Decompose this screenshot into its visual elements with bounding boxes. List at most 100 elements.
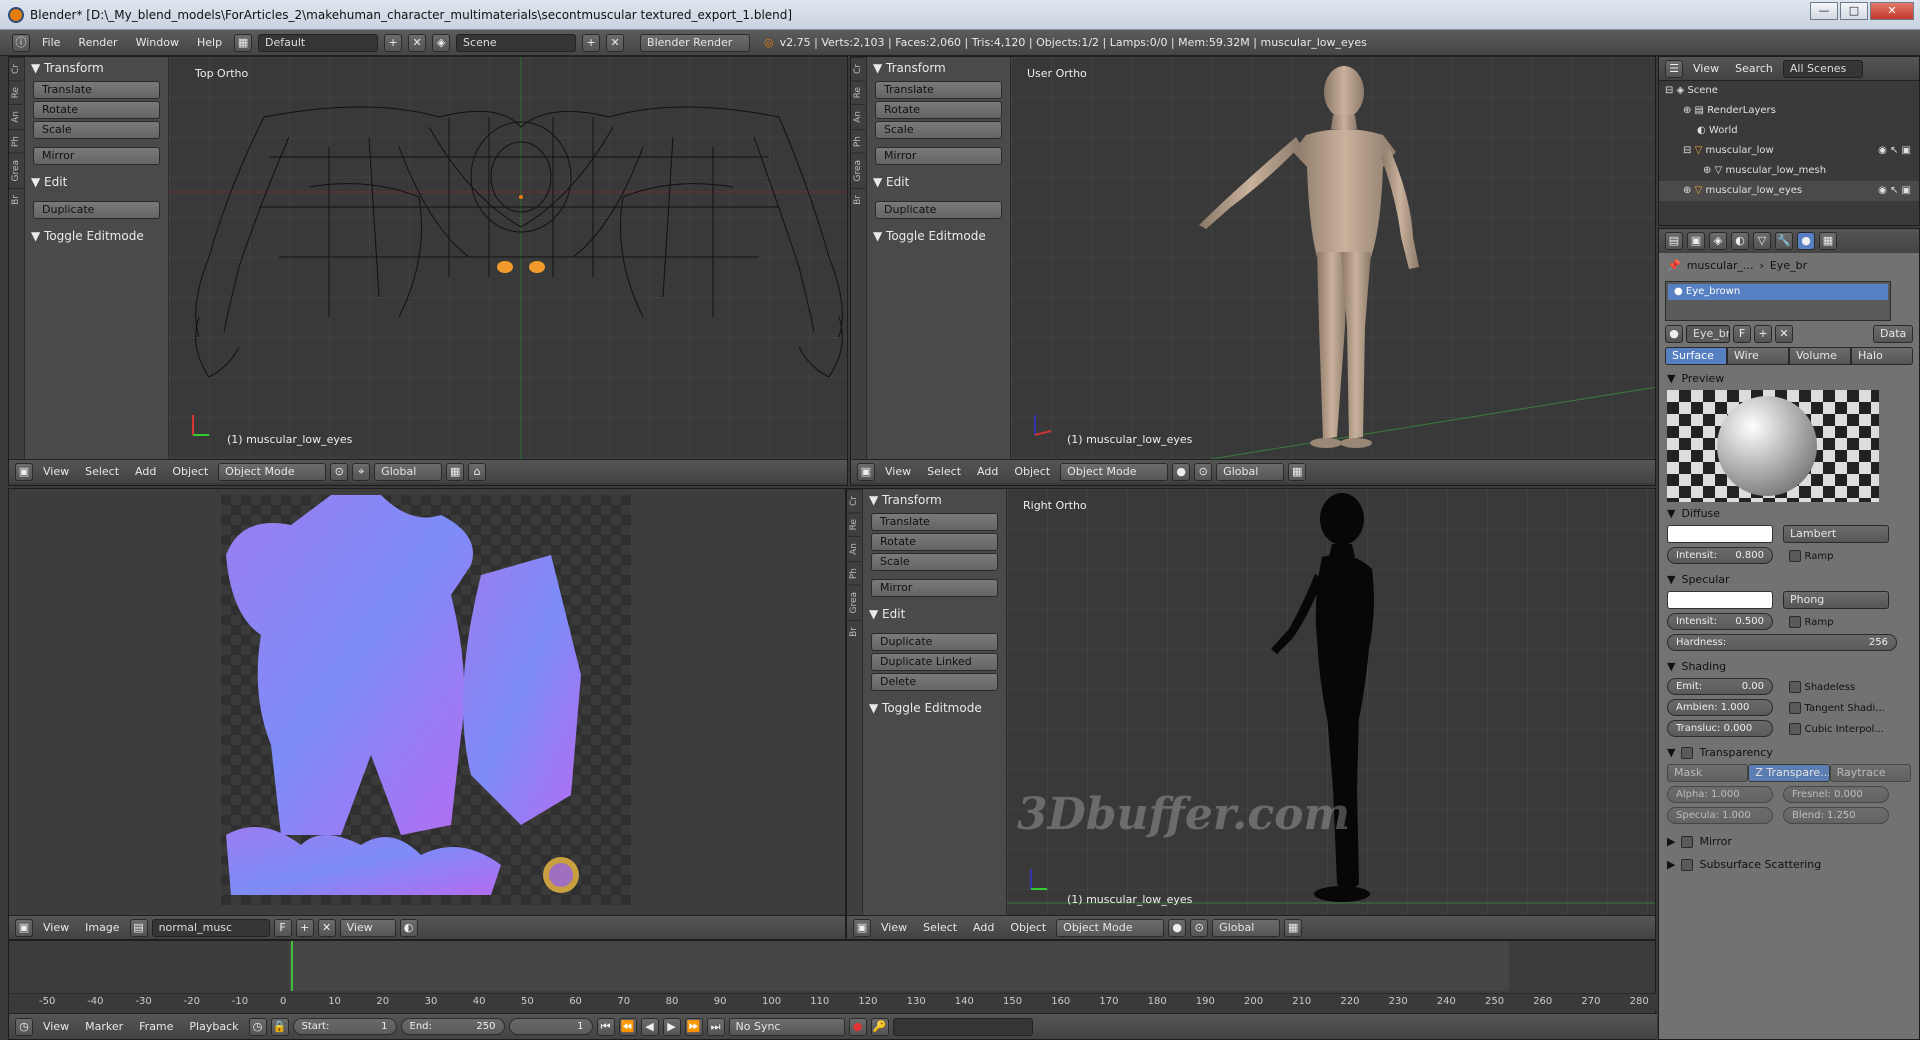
- keying-set-field[interactable]: [892, 1017, 1033, 1036]
- tab-physics[interactable]: Ph: [9, 129, 23, 154]
- tab-create-2[interactable]: Cr: [851, 57, 865, 80]
- render-tab-icon[interactable]: ▣: [1687, 232, 1705, 250]
- outliner-item-muscular-low-eyes[interactable]: ⊕ ▽ muscular_low_eyes ◉ ↖ ▣: [1659, 181, 1919, 201]
- transform-panel-header-3[interactable]: ▼ Transform: [863, 489, 1006, 511]
- breadcrumb-material[interactable]: Eye_br: [1770, 259, 1807, 272]
- jump-end-icon[interactable]: ⏭: [706, 1017, 725, 1036]
- viewport-canvas-2[interactable]: User Ortho (1) muscular_low_eyes: [1011, 57, 1655, 459]
- edit-panel-header-2[interactable]: ▼ Edit: [867, 171, 1010, 193]
- outliner-editor-icon[interactable]: ☰: [1665, 59, 1683, 78]
- info-editor-icon[interactable]: ⓘ: [12, 33, 30, 52]
- view-menu-2[interactable]: View: [879, 465, 917, 478]
- image-browse-icon[interactable]: ▤: [129, 918, 148, 937]
- menu-window[interactable]: Window: [130, 36, 185, 49]
- menu-file[interactable]: File: [36, 36, 66, 49]
- uv-image-menu[interactable]: Image: [79, 921, 125, 934]
- outliner-display-select[interactable]: All Scenes: [1782, 59, 1863, 78]
- toggle-editmode-header[interactable]: ▼ Toggle Editmode: [25, 225, 168, 247]
- alpha-field[interactable]: Alpha: 1.000: [1667, 786, 1773, 803]
- viewport-user-ortho[interactable]: Cr Re An Ph Grea Br ▼ Transform Translat…: [850, 56, 1656, 486]
- uv-image-editor[interactable]: ▣ View Image ▤ normal_musc F + ✕ View ◐: [8, 488, 846, 940]
- texture-tab-icon[interactable]: ▦: [1819, 232, 1837, 250]
- uv-canvas[interactable]: [9, 489, 845, 915]
- translate-button[interactable]: Translate: [33, 81, 160, 99]
- translate-button-2[interactable]: Translate: [875, 81, 1002, 99]
- remove-layout-icon[interactable]: ✕: [408, 33, 427, 52]
- tab-brush-3[interactable]: Br: [847, 619, 861, 643]
- layers-icon-3[interactable]: ▦: [1284, 918, 1303, 937]
- end-frame-field[interactable]: End: 250: [400, 1018, 505, 1035]
- modifier-tab-icon[interactable]: 🔧: [1775, 232, 1793, 250]
- tab-surface[interactable]: Surface: [1665, 347, 1727, 365]
- channels-icon[interactable]: ◐: [399, 918, 418, 937]
- outliner-item-renderlayers[interactable]: ⊕ ▤ RenderLayers: [1659, 101, 1919, 121]
- view-menu-3[interactable]: View: [875, 921, 913, 934]
- sss-panel-header[interactable]: ▶ Subsurface Scattering: [1659, 855, 1919, 874]
- preview-panel-header[interactable]: ▼ Preview: [1659, 369, 1919, 388]
- mirror-panel-header[interactable]: ▶ Mirror: [1659, 832, 1919, 851]
- material-fake-user[interactable]: F: [1733, 325, 1751, 343]
- screen-layout-icon[interactable]: ▦: [234, 33, 253, 52]
- world-tab-icon[interactable]: ◐: [1731, 232, 1749, 250]
- tab-relations[interactable]: Re: [9, 79, 23, 105]
- mirror-button-2[interactable]: Mirror: [875, 147, 1002, 165]
- maximize-button[interactable]: □: [1840, 2, 1868, 20]
- material-browse-icon[interactable]: ●: [1665, 325, 1683, 343]
- viewport-right-ortho[interactable]: Cr Re An Ph Grea Br ▼ Transform Translat…: [846, 488, 1656, 940]
- material-slot-item[interactable]: ● Eye_brown: [1668, 284, 1888, 300]
- rotate-button-2[interactable]: Rotate: [875, 101, 1002, 119]
- render-engine-select[interactable]: Blender Render: [640, 33, 751, 52]
- add-scene-icon[interactable]: +: [582, 33, 601, 52]
- fake-user-button[interactable]: F: [273, 918, 292, 937]
- specular-color-swatch[interactable]: [1667, 591, 1773, 609]
- pivot-icon[interactable]: ⊙: [330, 462, 349, 481]
- timeline-editor[interactable]: -50 -40 -30 -20 -10 0 10 20 30 40 50 60 70 80 90 100 110…: [8, 940, 1657, 1040]
- cubic-toggle[interactable]: Cubic Interpol...: [1789, 722, 1884, 735]
- current-frame-field[interactable]: 1: [508, 1018, 593, 1035]
- start-frame-field[interactable]: Start: 1: [292, 1018, 397, 1035]
- object-menu-2[interactable]: Object: [1008, 465, 1056, 478]
- diffuse-panel-header[interactable]: ▼ Diffuse: [1659, 504, 1919, 523]
- mode-select-3[interactable]: Object Mode: [1056, 918, 1165, 937]
- tab-create[interactable]: Cr: [9, 57, 23, 80]
- select-menu[interactable]: Select: [79, 465, 125, 478]
- scale-button-3[interactable]: Scale: [871, 553, 998, 571]
- transparency-panel-header[interactable]: ▼ Transparency: [1659, 743, 1919, 762]
- viewport-canvas-3[interactable]: Right Ortho 3Dbuffer.com (1) muscular_lo…: [1007, 489, 1655, 915]
- record-icon[interactable]: ●: [848, 1017, 867, 1036]
- edit-panel-header[interactable]: ▼ Edit: [25, 171, 168, 193]
- layers-icon[interactable]: ▦: [446, 462, 465, 481]
- scene-select[interactable]: Scene: [456, 33, 577, 52]
- layers-icon-2[interactable]: ▦: [1288, 462, 1307, 481]
- lock-icon[interactable]: 🔒: [270, 1017, 289, 1036]
- material-name-field[interactable]: Eye_br: [1686, 325, 1730, 343]
- tab-brush-2[interactable]: Br: [851, 187, 865, 211]
- mode-select[interactable]: Object Mode: [218, 462, 327, 481]
- scene-icon[interactable]: ◈: [432, 33, 451, 52]
- select-menu-3[interactable]: Select: [917, 921, 963, 934]
- shading-icon[interactable]: ●: [1172, 462, 1191, 481]
- tangent-toggle[interactable]: Tangent Shadi...: [1789, 701, 1885, 714]
- object-menu-3[interactable]: Object: [1004, 921, 1052, 934]
- breadcrumb-object[interactable]: muscular_...: [1687, 259, 1754, 272]
- outliner-item-scene[interactable]: ⊟ ◈ Scene: [1659, 81, 1919, 101]
- next-keyframe-icon[interactable]: ⏩: [684, 1017, 703, 1036]
- editor-type-icon-4[interactable]: ▣: [853, 918, 871, 937]
- toggle-editmode-header-3[interactable]: ▼ Toggle Editmode: [863, 697, 1006, 719]
- keying-set-icon[interactable]: 🔑: [870, 1017, 889, 1036]
- timeline-frame-menu[interactable]: Frame: [133, 1020, 179, 1033]
- transparency-ztrans[interactable]: Z Transpare...: [1748, 764, 1830, 782]
- menu-help[interactable]: Help: [191, 36, 228, 49]
- tab-physics-3[interactable]: Ph: [847, 561, 861, 586]
- orientation-select-2[interactable]: Global: [1216, 462, 1285, 481]
- image-name-field[interactable]: normal_musc: [151, 918, 270, 937]
- specular-panel-header[interactable]: ▼ Specular: [1659, 570, 1919, 589]
- outliner-search-menu[interactable]: Search: [1729, 62, 1779, 75]
- editor-type-icon-5[interactable]: ◷: [15, 1017, 33, 1036]
- tab-grease-pencil-3[interactable]: Grea: [847, 585, 861, 620]
- tab-halo[interactable]: Halo: [1851, 347, 1913, 365]
- outliner-view-menu[interactable]: View: [1687, 62, 1725, 75]
- snap-icon[interactable]: ⌂: [468, 462, 487, 481]
- screen-layout-select[interactable]: Default: [258, 33, 379, 52]
- material-link-select[interactable]: Data: [1873, 325, 1913, 343]
